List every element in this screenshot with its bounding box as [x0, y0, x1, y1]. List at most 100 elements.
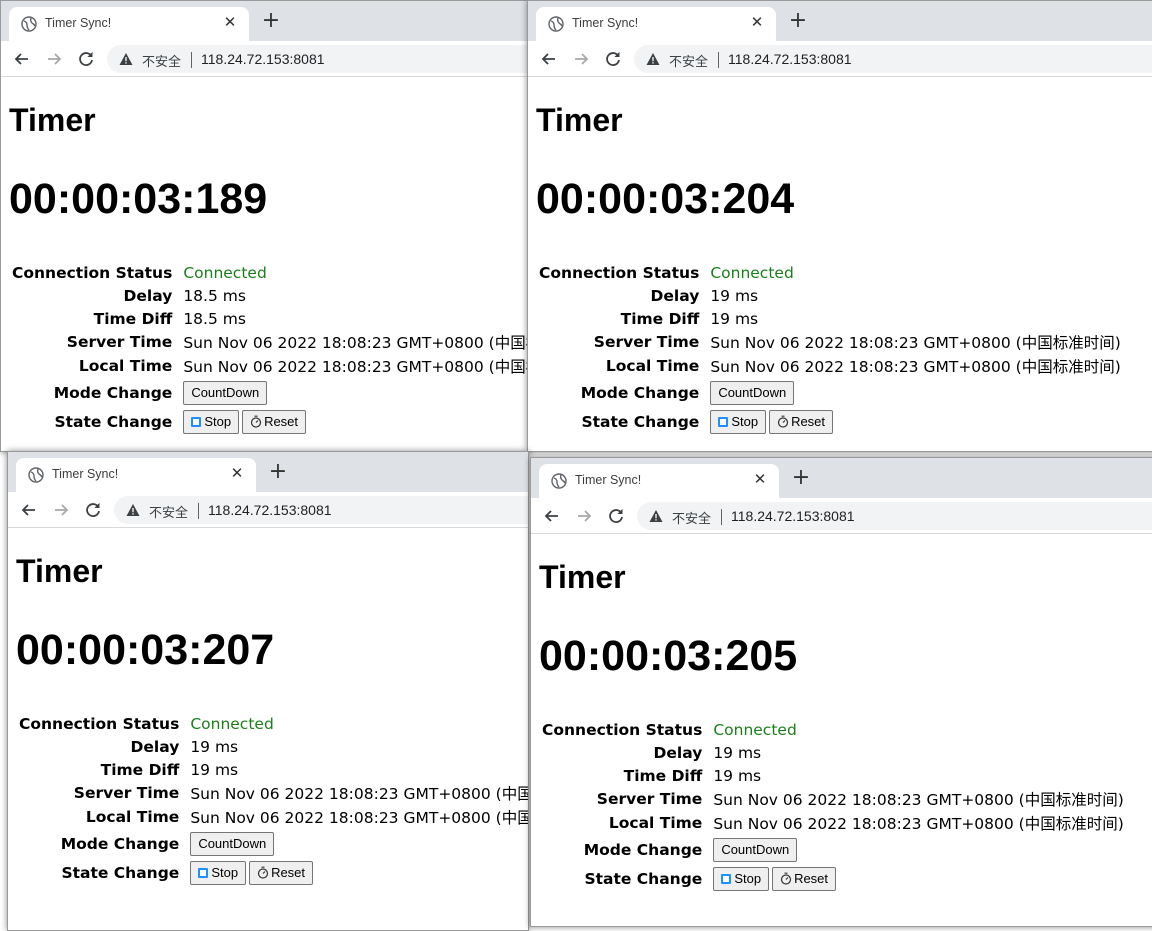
back-arrow-icon[interactable]	[11, 48, 33, 70]
browser-window-bottom-left: Timer Sync! ✕ + 不安全 118.24.72.153:8081 T…	[7, 451, 529, 931]
reload-icon[interactable]	[602, 48, 624, 70]
forward-arrow-icon[interactable]	[43, 48, 65, 70]
countdown-button[interactable]: CountDown	[713, 837, 798, 862]
address-bar[interactable]: 不安全 118.24.72.153:8081	[107, 45, 529, 73]
table-row: Mode Change CountDown	[19, 830, 528, 857]
server-time-label: Server Time	[66, 333, 173, 351]
stopwatch-icon	[250, 415, 262, 428]
countdown-button[interactable]: CountDown	[710, 380, 795, 405]
table-row: Local Time Sun Nov 06 2022 18:08:23 GMT+…	[19, 806, 528, 828]
state-change-label: State Change	[581, 412, 700, 431]
url-text[interactable]: 118.24.72.153:8081	[201, 51, 325, 67]
address-bar[interactable]: 不安全 118.24.72.153:8081	[637, 502, 1152, 530]
stop-icon	[721, 873, 732, 884]
forward-arrow-icon[interactable]	[50, 499, 72, 521]
table-row: Local Time Sun Nov 06 2022 18:08:23 GMT+…	[12, 355, 529, 377]
table-row: Server Time Sun Nov 06 2022 18:08:23 GMT…	[19, 782, 528, 804]
not-secure-label[interactable]: 不安全	[672, 508, 711, 527]
forward-arrow-icon[interactable]	[573, 505, 595, 527]
globe-icon	[28, 467, 44, 483]
countdown-button-label: CountDown	[721, 841, 790, 857]
tab-title: Timer Sync!	[52, 467, 119, 481]
connection-status-value: Connected	[710, 263, 794, 282]
close-tab-icon[interactable]: ✕	[221, 13, 239, 31]
info-table: Connection Status Connected Delay 18.5 m…	[9, 260, 529, 437]
stop-button[interactable]: Stop	[183, 409, 240, 434]
forward-arrow-icon[interactable]	[570, 48, 592, 70]
reload-icon[interactable]	[82, 499, 104, 521]
reload-icon[interactable]	[605, 505, 627, 527]
browser-tab[interactable]: Timer Sync! ✕	[536, 7, 776, 41]
back-arrow-icon[interactable]	[541, 505, 563, 527]
table-row: Connection Status Connected	[19, 713, 528, 734]
url-text[interactable]: 118.24.72.153:8081	[731, 508, 855, 524]
new-tab-button[interactable]: +	[790, 467, 812, 489]
time-diff-value: 19 ms	[190, 760, 239, 779]
omnibox-divider	[718, 52, 719, 68]
omnibox-divider	[191, 52, 192, 68]
page-title: Timer	[9, 102, 96, 138]
url-text[interactable]: 118.24.72.153:8081	[728, 51, 852, 67]
countdown-button[interactable]: CountDown	[183, 380, 268, 405]
mode-change-cell: CountDown	[190, 830, 528, 857]
stop-button[interactable]: Stop	[713, 866, 770, 891]
close-tab-icon[interactable]: ✕	[751, 470, 769, 488]
mode-change-cell: CountDown	[713, 836, 1123, 863]
state-change-cell: Stop Reset	[710, 408, 1120, 435]
table-row: Mode Change CountDown	[542, 836, 1124, 863]
reset-button[interactable]: Reset	[249, 860, 314, 885]
delay-value: 19 ms	[713, 743, 762, 762]
table-row: Time Diff 19 ms	[19, 759, 528, 780]
stop-button[interactable]: Stop	[710, 409, 767, 434]
state-change-label: State Change	[584, 869, 703, 888]
new-tab-button[interactable]: +	[267, 461, 289, 483]
stop-button-label: Stop	[731, 413, 759, 429]
time-diff-label: Time Diff	[620, 309, 700, 328]
browser-tab[interactable]: Timer Sync! ✕	[9, 7, 249, 41]
address-bar[interactable]: 不安全 118.24.72.153:8081	[634, 45, 1152, 73]
warning-icon	[119, 53, 133, 65]
delay-value: 18.5 ms	[183, 286, 246, 305]
countdown-button[interactable]: CountDown	[190, 831, 275, 856]
reset-button-label: Reset	[264, 413, 299, 429]
local-time-label: Local Time	[78, 357, 173, 375]
page-title: Timer	[536, 102, 623, 138]
delay-value: 19 ms	[190, 737, 239, 756]
back-arrow-icon[interactable]	[538, 48, 560, 70]
mode-change-label: Mode Change	[60, 834, 180, 853]
url-text[interactable]: 118.24.72.153:8081	[208, 502, 332, 518]
reload-icon[interactable]	[75, 48, 97, 70]
stopwatch-icon	[780, 872, 792, 885]
time-diff-value: 19 ms	[713, 766, 762, 785]
mode-change-label: Mode Change	[580, 383, 700, 402]
stop-button[interactable]: Stop	[190, 860, 247, 885]
tab-strip: Timer Sync! ✕ +	[8, 452, 528, 492]
close-tab-icon[interactable]: ✕	[748, 13, 766, 31]
close-tab-icon[interactable]: ✕	[228, 464, 246, 482]
not-secure-label[interactable]: 不安全	[669, 51, 708, 70]
time-diff-label: Time Diff	[623, 766, 703, 785]
browser-tab[interactable]: Timer Sync! ✕	[16, 458, 256, 492]
reset-button[interactable]: Reset	[242, 409, 307, 434]
table-row: Time Diff 19 ms	[542, 765, 1124, 786]
not-secure-label[interactable]: 不安全	[142, 51, 181, 70]
back-arrow-icon[interactable]	[18, 499, 40, 521]
browser-tab[interactable]: Timer Sync! ✕	[539, 464, 779, 498]
new-tab-button[interactable]: +	[787, 10, 809, 32]
new-tab-button[interactable]: +	[260, 10, 282, 32]
address-bar[interactable]: 不安全 118.24.72.153:8081	[114, 496, 528, 524]
table-row: Time Diff 19 ms	[539, 308, 1121, 329]
state-change-cell: Stop Reset	[183, 408, 529, 435]
table-row: Connection Status Connected	[542, 719, 1124, 740]
local-time-label: Local Time	[608, 814, 703, 832]
table-row: Delay 19 ms	[539, 285, 1121, 306]
reset-button-label: Reset	[271, 864, 306, 880]
time-diff-label: Time Diff	[93, 309, 173, 328]
connection-status-label: Connection Status	[19, 714, 180, 733]
reset-button[interactable]: Reset	[772, 866, 837, 891]
local-time-value: Sun Nov 06 2022 18:08:23 GMT+0800 (中国标准时…	[190, 809, 528, 827]
table-row: Local Time Sun Nov 06 2022 18:08:23 GMT+…	[542, 812, 1124, 834]
not-secure-label[interactable]: 不安全	[149, 502, 188, 521]
reset-button[interactable]: Reset	[769, 409, 834, 434]
tab-strip: Timer Sync! ✕ +	[528, 1, 1152, 41]
